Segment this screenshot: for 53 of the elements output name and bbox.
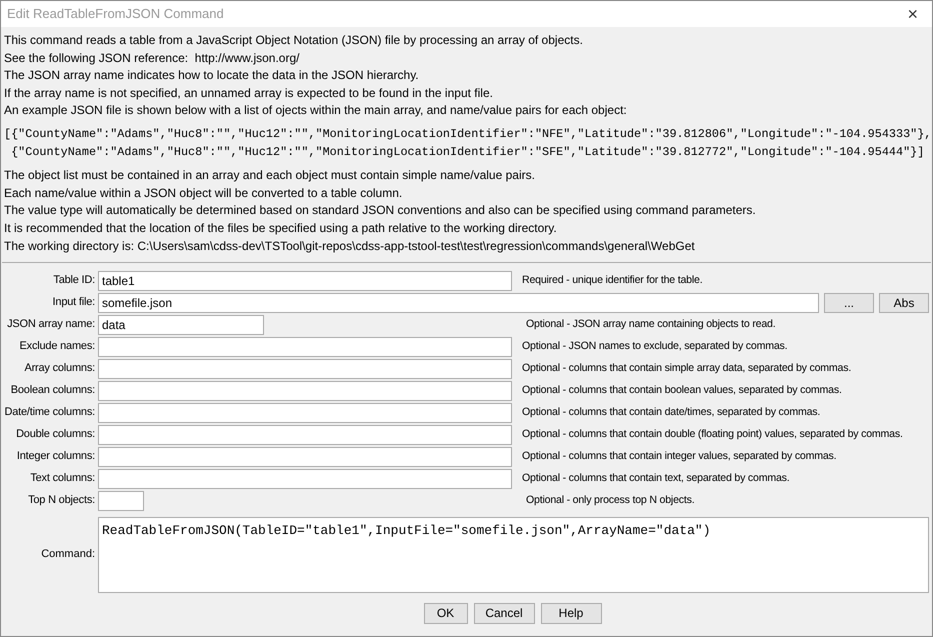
command-text-area[interactable]: ReadTableFromJSON(TableID="table1",InputFile="somefile.json",ArrayName="data") — [98, 516, 929, 593]
field-label: Input file: — [52, 295, 96, 310]
field-label: JSON array name: — [6, 317, 96, 332]
text-field[interactable] — [98, 446, 512, 467]
json-example-line: [{"CountyName":"Adams","Huc8":"","Huc12":"","MonitoringLocationIdentifier":"NFE","Latitude":"39.812806","Longitude":"-104.954333"}, — [4, 126, 929, 142]
info-text: See the following JSON reference: http://www.json.org/ — [4, 50, 300, 66]
text-field[interactable] — [98, 402, 512, 423]
field-button[interactable]: Abs — [879, 292, 929, 313]
field-label: Text columns: — [29, 471, 96, 486]
field-label: Top N objects: — [27, 493, 96, 508]
text-field[interactable] — [98, 358, 512, 379]
info-text: The value type will automatically be determined based on standard JSON conventions and also can be specified using command parameters. — [4, 203, 757, 218]
field-label: Command: — [40, 547, 96, 562]
field-label: Integer columns: — [16, 449, 96, 464]
dialog-button[interactable]: Cancel — [474, 602, 534, 624]
info-text: The object list must be contained in an array and each object must contain simple name/value pairs. — [4, 168, 536, 184]
dialog-button[interactable]: OK — [424, 602, 468, 624]
field-description: Required - unique identifier for the table. — [522, 272, 702, 288]
field-label: Array columns: — [23, 361, 96, 376]
field-button[interactable]: ... — [824, 292, 874, 313]
text-field[interactable] — [98, 336, 512, 357]
info-text: This command reads a table from a JavaScript Object Notation (JSON) file by processing an array of objects. — [4, 33, 584, 48]
field-description: Optional - columns that contain date/times, separated by commas. — [522, 404, 820, 420]
info-text: It is recommended that the location of the files be specified using a path relative to the working directory. — [4, 220, 558, 236]
info-text: Each name/value within a JSON object will be converted to a table column. — [4, 186, 404, 201]
field-description: Optional - only process top N objects. — [526, 492, 694, 508]
text-field[interactable]: table1 — [98, 270, 512, 291]
dialog-button[interactable]: Help — [540, 602, 602, 624]
field-label: Date/time columns: — [3, 405, 96, 420]
field-label: Exclude names: — [18, 339, 96, 354]
field-description: Optional - JSON array name containing objects to read. — [526, 316, 776, 332]
text-field[interactable] — [98, 424, 512, 445]
field-label: Table ID: — [52, 273, 96, 288]
field-description: Optional - columns that contain boolean values, separated by commas. — [522, 382, 842, 398]
field-description: Optional - JSON names to exclude, separated by commas. — [522, 338, 788, 354]
text-field[interactable]: somefile.json — [98, 292, 819, 313]
field-description: Optional - columns that contain integer values, separated by commas. — [522, 448, 836, 464]
text-field[interactable] — [98, 468, 512, 489]
text-field[interactable] — [98, 490, 144, 511]
field-description: Optional - columns that contain simple array data, separated by commas. — [522, 360, 852, 376]
field-description: Optional - columns that contain text, separated by commas. — [522, 470, 790, 486]
json-example-line: {"CountyName":"Adams","Huc8":"","Huc12":"","MonitoringLocationIdentifier":"SFE","Latitude":"39.812772","Longitude":"-104.95444"}] — [10, 144, 926, 160]
window-title: Edit ReadTableFromJSON Command — [7, 5, 224, 24]
field-label: Boolean columns: — [10, 383, 96, 398]
text-field[interactable] — [98, 380, 512, 401]
info-text: An example JSON file is shown below with a list of ojects within the main array, and name/value pairs for each object: — [4, 103, 628, 118]
info-text: If the array name is not specified, an unnamed array is expected to be found in the input file. — [4, 86, 494, 101]
info-text: The working directory is: C:\Users\sam\cdss-dev\TSTool\git-repos\cdss-app-tstool-test\test\regression\commands\general\WebGet — [4, 238, 696, 254]
close-button[interactable]: × — [899, 5, 926, 23]
text-field[interactable]: data — [98, 314, 264, 335]
field-label: Double columns: — [15, 427, 96, 442]
field-description: Optional - columns that contain double (floating point) values, separated by commas. — [522, 426, 903, 442]
info-text: The JSON array name indicates how to locate the data in the JSON hierarchy. — [4, 68, 420, 84]
